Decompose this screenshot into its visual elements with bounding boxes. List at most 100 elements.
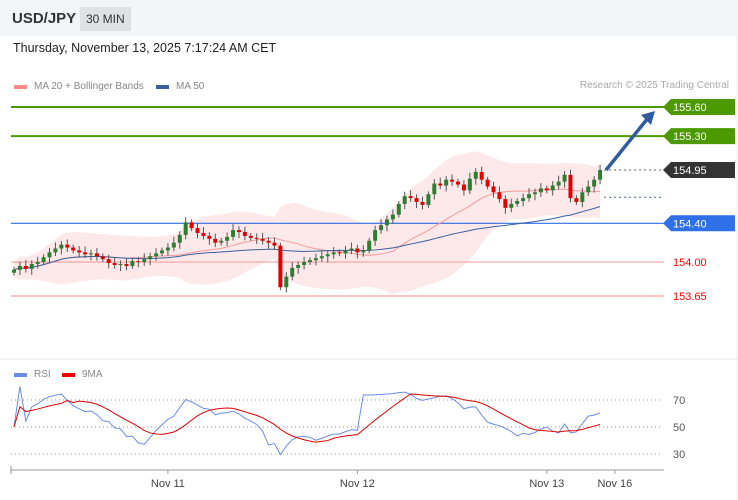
candle-body [231,230,236,237]
candle-body [254,237,259,239]
candle-body [349,248,354,251]
candle-body [278,245,283,288]
rsi-tick-label: 50 [673,422,685,434]
candle-body [29,264,34,269]
candle-body [195,228,200,233]
candle-body [331,252,336,255]
candle-body [41,257,46,263]
candle-body [183,222,188,235]
x-tick-label: Nov 13 [529,478,564,490]
candle-body [473,171,478,179]
candle-body [337,252,342,254]
rsi-line [13,386,601,456]
candle-body [432,183,437,195]
candle-body [384,219,389,226]
candle-body [59,244,64,249]
candle-body [402,196,407,204]
candle-body [154,253,159,257]
level-label-154.00: 154.00 [673,257,707,269]
candle-body [112,263,117,265]
level-label-155.60: 155.60 [673,102,707,114]
candle-body [71,247,76,251]
candle-body [373,230,378,241]
rsi-9ma-line [13,393,601,443]
candle-body [367,240,372,251]
candle-body [426,194,431,205]
candle-body [236,230,241,233]
candle-body [461,184,466,191]
target-arrow [604,116,650,172]
rsi-tick-label: 30 [673,449,685,461]
candle-body [361,250,366,253]
candle-body [491,186,496,193]
candle-body [497,192,502,200]
candle-body [568,174,573,199]
candle-body [83,252,88,255]
level-label-154.40: 154.40 [673,218,707,230]
candle-body [420,201,425,205]
candle-body [592,179,597,187]
candle-body [242,232,247,236]
candle-body [408,196,413,199]
x-tick-label: Nov 16 [597,478,632,490]
candle-body [598,169,603,180]
candle-body [53,248,58,253]
candle-body [586,186,591,193]
candle-body [556,181,561,186]
candle-body [390,214,395,220]
candle-body [544,188,549,191]
candle-body [343,250,348,254]
candle-body [207,235,212,239]
candle-body [213,238,218,243]
candle-body [171,242,176,248]
candle-body [219,240,224,243]
candle-body [574,198,579,202]
candle-body [538,188,543,193]
candle-body [124,264,129,266]
candle-body [479,171,484,180]
candle-body [456,181,460,185]
candle-body [355,248,360,253]
candle-body [130,261,135,266]
candle-body [272,242,277,246]
candle-body [438,183,443,186]
candle-body [47,252,52,258]
candle-body [100,256,105,260]
candle-body [189,222,194,229]
x-tick-label: Nov 11 [151,478,185,490]
candle-body [467,178,472,191]
candle-body [12,269,16,273]
candle-body [450,179,455,182]
candle-body [296,264,301,268]
candle-body [77,250,82,253]
candle-body [527,194,532,199]
candle-body [509,203,514,208]
level-label-154.95: 154.95 [673,165,707,177]
candle-body [521,198,526,202]
candle-body [35,262,40,265]
candle-body [325,254,330,257]
rsi-tick-label: 70 [673,395,685,407]
candle-body [444,179,449,186]
candle-body [23,265,28,269]
candle-body [532,192,537,195]
candle-body [302,262,307,265]
x-tick-label: Nov 12 [340,478,375,490]
candle-body [485,179,490,187]
candle-body [313,258,318,261]
candle-body [17,265,22,270]
candle-body [65,244,70,248]
candle-body [515,201,520,204]
candle-body [160,250,164,254]
candle-body [94,253,99,257]
candle-body [290,267,295,277]
candle-body [319,256,324,259]
candle-body [177,234,182,243]
price-chart: 155.60 155.30 154.95 154.40 154.00 153.65 70 50… [0,36,738,500]
candle-body [379,225,384,231]
level-label-153.65: 153.65 [673,291,707,303]
candle-body [225,236,230,241]
candle-body [396,203,401,215]
level-label-155.30: 155.30 [673,131,707,143]
candle-body [414,198,419,202]
